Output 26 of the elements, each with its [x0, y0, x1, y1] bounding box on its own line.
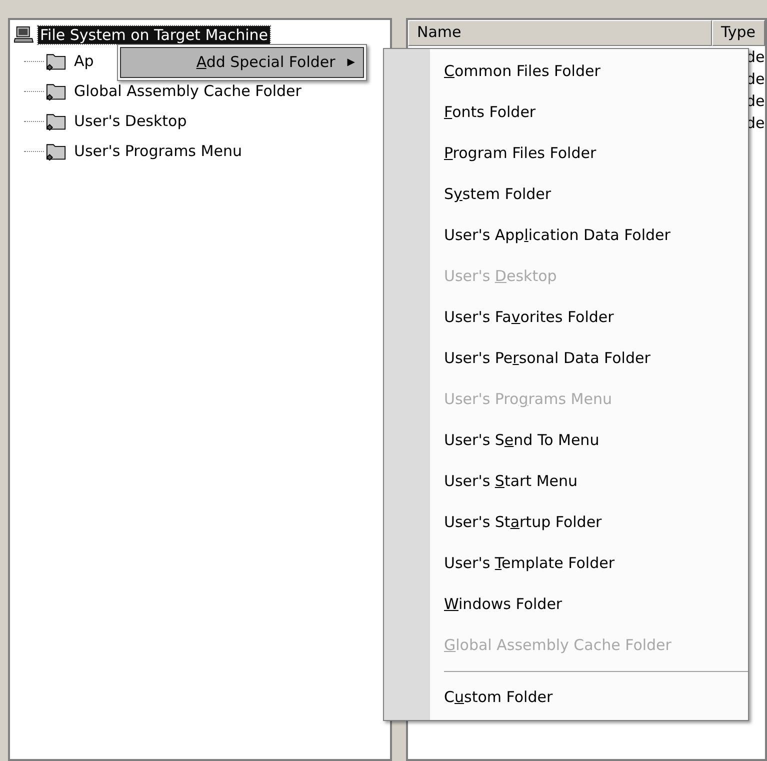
tree-item[interactable]: Ap	[74, 50, 94, 72]
tree-item[interactable]: User's Programs Menu	[74, 140, 242, 162]
column-header[interactable]: Type	[712, 20, 765, 46]
menu-item[interactable]: Program Files Folder	[444, 142, 596, 165]
menu-item[interactable]: User's Startup Folder	[444, 511, 602, 534]
menu-item[interactable]: User's Send To Menu	[444, 429, 600, 452]
tree-item[interactable]: File System on Target Machine	[38, 26, 270, 44]
folder-icon	[44, 111, 68, 131]
computer-icon	[14, 26, 34, 44]
menu-item[interactable]: User's Personal Data Folder	[444, 347, 650, 370]
menu-item[interactable]: User's Template Folder	[444, 552, 614, 575]
column-header[interactable]: Name	[408, 20, 712, 46]
menu-item[interactable]: Custom Folder	[444, 686, 553, 709]
menu-item[interactable]: User's Favorites Folder	[444, 306, 614, 329]
menu-item[interactable]: User's Application Data Folder	[444, 224, 670, 247]
tree-item[interactable]: Global Assembly Cache Folder	[74, 80, 302, 102]
tree-item[interactable]: User's Desktop	[74, 110, 187, 132]
menu-item[interactable]: User's Start Menu	[444, 470, 578, 493]
menu-item[interactable]: Common Files Folder	[444, 60, 600, 83]
folder-icon	[44, 141, 68, 161]
menu-item[interactable]: System Folder	[444, 183, 552, 206]
menu-item[interactable]: Fonts Folder	[444, 101, 536, 124]
folder-icon	[44, 81, 68, 101]
folder-icon	[44, 51, 68, 71]
menu-item[interactable]: Windows Folder	[444, 593, 562, 616]
menu-item[interactable]: Add Special Folder ▶	[120, 47, 364, 78]
